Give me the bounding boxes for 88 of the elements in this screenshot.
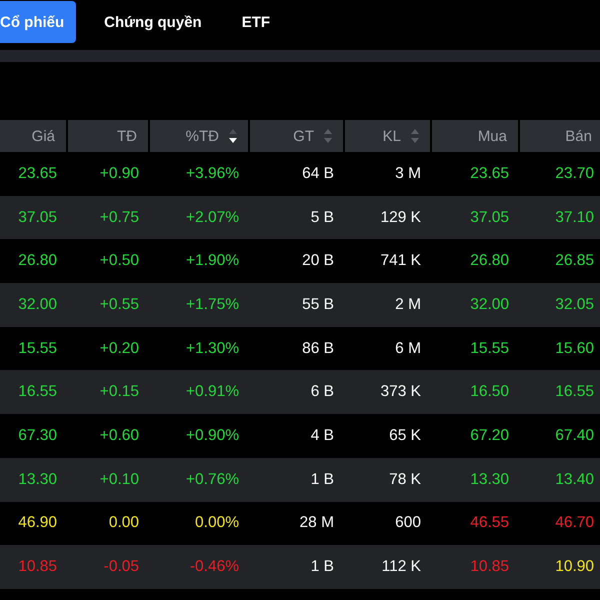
table-cell: 23.70 (555, 164, 594, 183)
column-header[interactable]: Mua (432, 120, 520, 152)
table-cell: 86 B (302, 340, 334, 358)
table-cell: 32.00 (470, 296, 509, 314)
table-cell: 0.00 (108, 514, 139, 532)
table-cell: 600 (395, 514, 421, 532)
table-cell: +0.90% (186, 426, 239, 445)
table-cell: +0.90 (100, 164, 139, 183)
table-cell: 3 M (395, 164, 421, 183)
column-header[interactable]: TĐ (68, 120, 150, 152)
table-cell: 26.80 (18, 252, 57, 270)
table-cell: 16.55 (555, 383, 594, 402)
table-cell: 129 K (380, 208, 421, 227)
table-cell: 20 B (302, 252, 334, 270)
table-cell: -0.46% (190, 558, 239, 576)
table-cell: 741 K (380, 252, 421, 270)
column-label: GT (293, 128, 314, 144)
table-cell: 26.85 (555, 252, 594, 270)
table-cell: 10.90 (555, 558, 594, 576)
table-cell: 15.55 (470, 340, 509, 358)
table-cell: 13.30 (18, 470, 57, 489)
tab[interactable]: Chứng quyền (84, 1, 222, 43)
sort-icon[interactable] (229, 129, 237, 143)
table-cell: 46.90 (18, 514, 57, 532)
table-cell: 1 B (310, 558, 334, 576)
table-cell: 0.00% (195, 514, 239, 532)
table-cell: 373 K (380, 383, 421, 402)
table-cell: +0.10 (100, 470, 139, 489)
table-cell: +1.90% (186, 252, 239, 270)
column-label: TĐ (117, 128, 137, 144)
table-cell: +0.55 (100, 296, 139, 314)
table-cell: -0.05 (104, 558, 139, 576)
column-label: %TĐ (186, 128, 219, 144)
table-cell: 28 M (300, 514, 334, 532)
table-cell: 15.55 (18, 340, 57, 358)
table-cell: +0.76% (186, 470, 239, 489)
table-cell: 6 B (310, 383, 334, 402)
table-cell: 16.50 (470, 383, 509, 402)
column-header[interactable]: Giá (0, 120, 68, 152)
table-cell: 2 M (395, 296, 421, 314)
table-cell: +2.07% (186, 208, 239, 227)
table-cell: 1 B (310, 470, 334, 489)
table-cell: 23.65 (18, 164, 57, 183)
table-cell: 46.55 (470, 514, 509, 532)
tab[interactable]: Cổ phiếu (0, 1, 76, 43)
column-label: Mua (478, 128, 507, 144)
table-cell: 37.05 (18, 208, 57, 227)
table-cell: 55 B (302, 296, 334, 314)
table-cell: 4 B (310, 426, 334, 445)
table-cell: 46.70 (555, 514, 594, 532)
column-label: KL (382, 128, 401, 144)
table-cell: 26.80 (470, 252, 509, 270)
table-cell: 67.40 (555, 426, 594, 445)
table-cell: 6 M (395, 340, 421, 358)
table-cell: +0.20 (100, 340, 139, 358)
column-header[interactable]: GT (250, 120, 345, 152)
tab[interactable]: ETF (222, 1, 290, 43)
table-cell: 10.85 (470, 558, 509, 576)
table-cell: 64 B (302, 164, 334, 183)
table-cell: +1.75% (186, 296, 239, 314)
column-header[interactable]: KL (345, 120, 432, 152)
table-cell: 5 B (310, 208, 334, 227)
column-label: Giá (32, 128, 55, 144)
table-cell: 37.05 (470, 208, 509, 227)
table-cell: 13.40 (555, 470, 594, 489)
table-cell: 15.60 (555, 340, 594, 358)
table-cell: 67.20 (470, 426, 509, 445)
column-label: Bán (565, 128, 592, 144)
table-cell: 32.00 (18, 296, 57, 314)
table-cell: +0.60 (100, 426, 139, 445)
table-cell: 37.10 (555, 208, 594, 227)
column-header[interactable]: %TĐ (150, 120, 250, 152)
table-cell: +1.30% (186, 340, 239, 358)
table-cell: 16.55 (18, 383, 57, 402)
table-cell: 23.65 (470, 164, 509, 183)
table-cell: 78 K (389, 470, 421, 489)
table-cell: +0.15 (100, 383, 139, 402)
table-cell: 32.05 (555, 296, 594, 314)
table-cell: +0.50 (100, 252, 139, 270)
column-header[interactable]: Bán (520, 120, 600, 152)
table-cell: +0.75 (100, 208, 139, 227)
table-cell: 67.30 (18, 426, 57, 445)
table-cell: +3.96% (186, 164, 239, 183)
table-cell: 112 K (382, 558, 421, 576)
table-cell: 65 K (389, 426, 421, 445)
table-cell: 10.85 (18, 558, 57, 576)
table-cell: +0.91% (186, 383, 239, 402)
table-cell: 13.30 (470, 470, 509, 489)
